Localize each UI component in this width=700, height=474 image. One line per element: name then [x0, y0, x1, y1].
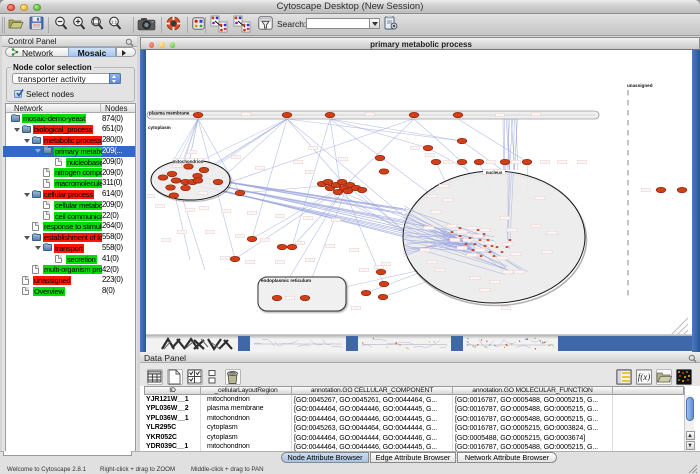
svg-text:cytoplasm: cytoplasm	[148, 125, 171, 130]
svg-text:f(x): f(x)	[638, 372, 651, 382]
svg-text:endoplasmic reticulum: endoplasmic reticulum	[261, 278, 311, 283]
svg-text:plasma membrane: plasma membrane	[149, 111, 190, 116]
svg-text:nucleus: nucleus	[486, 170, 503, 175]
svg-text:1:1: 1:1	[111, 19, 118, 24]
svg-text:unassigned: unassigned	[627, 83, 653, 88]
svg-text:mitochondrion: mitochondrion	[173, 159, 204, 164]
